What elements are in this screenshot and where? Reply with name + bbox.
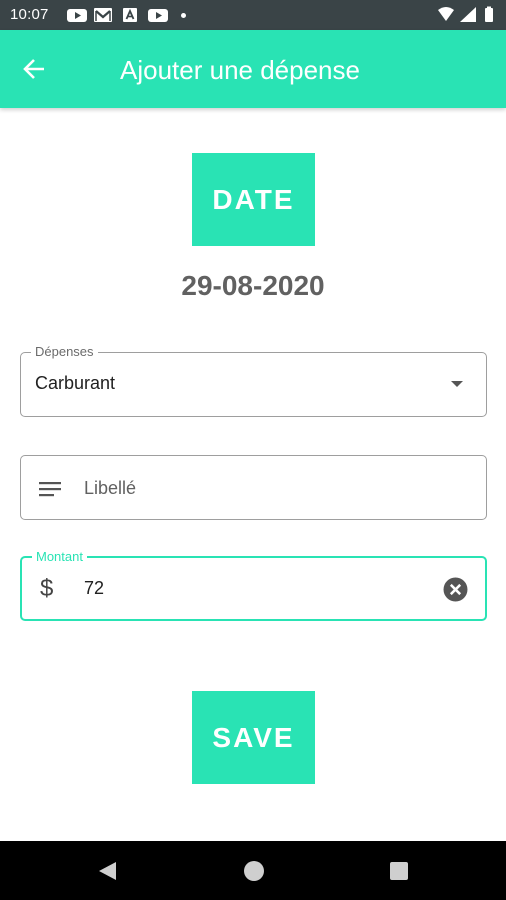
dollar-icon: $ [40, 575, 54, 602]
save-button[interactable]: SAVE [192, 691, 315, 784]
system-status-icons [438, 6, 493, 22]
youtube-icon [148, 9, 168, 22]
amount-field[interactable]: Montant $ 72 [20, 549, 487, 621]
description-field[interactable]: Libellé [20, 455, 487, 520]
nav-home-icon[interactable] [244, 861, 264, 881]
amount-label: Montant [32, 549, 87, 565]
wifi-icon [438, 7, 454, 21]
status-time: 10:07 [10, 6, 49, 23]
dropdown-arrow-icon [451, 381, 463, 387]
nav-back-icon[interactable] [96, 860, 118, 882]
amount-value[interactable]: 72 [84, 578, 104, 599]
clear-icon[interactable] [443, 577, 468, 602]
arrow-left-icon[interactable] [22, 57, 48, 81]
battery-icon [485, 8, 493, 22]
signal-icon [460, 7, 476, 22]
date-button[interactable]: DATE [192, 153, 315, 246]
subject-lines-icon [39, 482, 61, 497]
expense-type-dropdown[interactable]: Dépenses Carburant [20, 344, 487, 417]
navigation-bar [0, 841, 506, 900]
expense-type-value: Carburant [35, 373, 116, 393]
expense-type-label: Dépenses [31, 344, 98, 360]
app-bar: Ajouter une dépense [0, 30, 506, 108]
dot-icon [181, 13, 186, 18]
selected-date: 29-08-2020 [181, 270, 325, 301]
screen: 10:07 Ajouter une dépense DATE 29-08-202… [0, 0, 506, 900]
gmail-icon [94, 8, 112, 22]
description-placeholder: Libellé [84, 478, 137, 498]
nav-recents-icon[interactable] [390, 862, 408, 880]
text-icon [123, 8, 137, 22]
status-bar: 10:07 [0, 0, 506, 30]
youtube-icon [67, 9, 87, 22]
page-title: Ajouter une dépense [120, 55, 360, 85]
